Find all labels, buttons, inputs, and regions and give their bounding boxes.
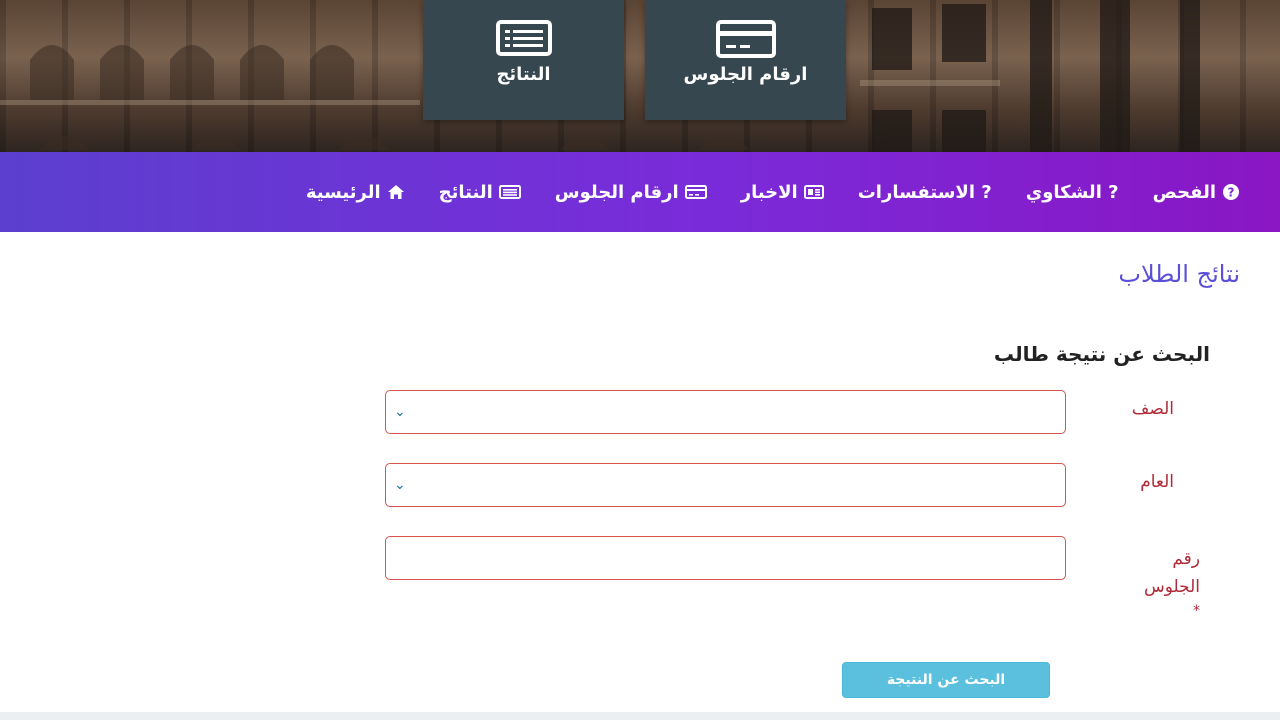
hero-tile-results[interactable]: النتائج: [423, 0, 624, 120]
nav-item-label: الاخبار: [740, 181, 798, 203]
list-icon: [498, 185, 521, 199]
nav-item-check[interactable]: ? الفحص: [1153, 182, 1240, 203]
svg-text:?: ?: [1228, 186, 1235, 200]
home-icon: [387, 184, 405, 200]
nav-list: ? الفحص ? الشكاوي ? الاستفسارات الاخبار …: [306, 152, 1240, 232]
chevron-down-icon: ⌄: [394, 477, 406, 493]
hero-tile-label: النتائج: [496, 64, 551, 85]
nav-item-inquiries[interactable]: ? الاستفسارات: [858, 182, 992, 203]
nav-item-home[interactable]: الرئيسية: [306, 182, 405, 203]
seat-number-field[interactable]: [385, 536, 1066, 580]
id-card-icon: [684, 185, 707, 199]
nav-item-label: الرئيسية: [305, 181, 381, 203]
hero-tile-seat-numbers[interactable]: ارقام الجلوس: [645, 0, 846, 120]
nav-item-label: ? الشكاوي: [1025, 181, 1119, 203]
seat-number-label-line2: الجلوس: [1143, 577, 1200, 597]
nav-item-news[interactable]: الاخبار: [741, 182, 824, 203]
section-title: البحث عن نتيجة طالب: [993, 342, 1210, 366]
list-icon: [495, 20, 552, 60]
search-result-button[interactable]: البحث عن النتيجة: [842, 662, 1050, 698]
nav-item-complaints[interactable]: ? الشكاوي: [1026, 182, 1119, 203]
newspaper-icon: [803, 185, 824, 199]
year-label: العام: [1140, 472, 1174, 492]
main-navbar: ? الفحص ? الشكاوي ? الاستفسارات الاخبار …: [0, 152, 1280, 232]
chevron-down-icon: ⌄: [394, 404, 406, 420]
nav-item-seat-numbers[interactable]: ارقام الجلوس: [555, 182, 707, 203]
hero-tile-label: ارقام الجلوس: [683, 64, 808, 85]
page-title: نتائج الطلاب: [1118, 260, 1240, 288]
seat-number-label-line1: رقم: [1172, 549, 1200, 569]
year-select[interactable]: ⌄: [385, 463, 1066, 507]
nav-item-label: النتائج: [438, 181, 493, 203]
required-marker: *: [1193, 603, 1200, 619]
seat-number-label: رقم الجلوس *: [1110, 545, 1200, 621]
hero-banner: ارقام الجلوس النتائج: [0, 0, 1280, 152]
question-circle-icon: ?: [1222, 183, 1240, 201]
id-card-icon: [715, 20, 776, 62]
nav-item-label: ارقام الجلوس: [554, 181, 679, 203]
class-label: الصف: [1131, 399, 1174, 419]
nav-item-results[interactable]: النتائج: [439, 182, 521, 203]
nav-item-label: الفحص: [1152, 181, 1216, 203]
footer-strip: [0, 712, 1280, 720]
building-facade-image: [0, 0, 1200, 152]
class-select[interactable]: ⌄: [385, 390, 1066, 434]
nav-item-label: ? الاستفسارات: [857, 181, 992, 203]
seat-number-input[interactable]: [386, 537, 1065, 579]
